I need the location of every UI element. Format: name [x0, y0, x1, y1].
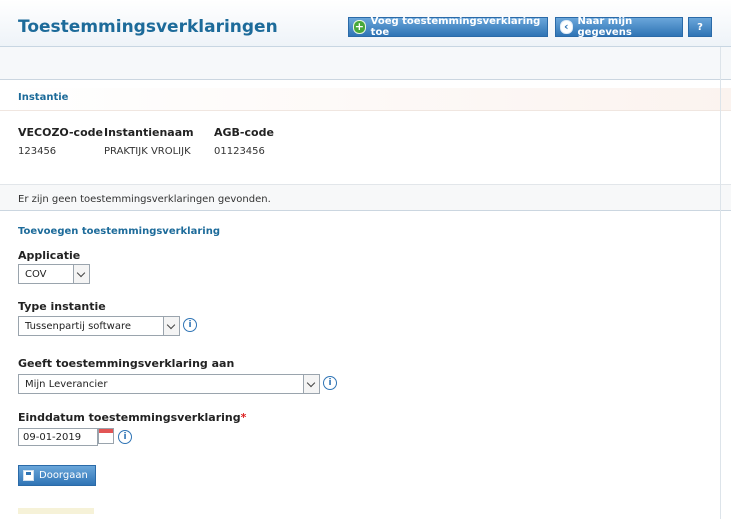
arrow-left-circle-icon: ‹: [560, 20, 573, 34]
help-button[interactable]: ?: [688, 17, 712, 37]
type-instantie-selected: Tussenpartij software: [25, 321, 132, 332]
value-vecozo-code: 123456: [18, 146, 57, 157]
einddatum-label-text: Einddatum toestemmingsverklaring: [18, 411, 241, 424]
page-header: Toestemmingsverklaringen + Voeg toestemm…: [0, 0, 731, 47]
applicatie-label: Applicatie: [18, 249, 81, 262]
plus-circle-icon: +: [353, 20, 366, 34]
toolbar-strip: [0, 47, 731, 80]
instantie-section-header: Instantie: [0, 88, 731, 111]
applicatie-selected: COV: [25, 269, 47, 280]
applicatie-select[interactable]: COV: [18, 264, 90, 284]
type-instantie-label: Type instantie: [18, 300, 106, 313]
einddatum-label: Einddatum toestemmingsverklaring*: [18, 411, 246, 424]
add-consent-label: Voeg toestemmingsverklaring toe: [370, 16, 541, 38]
chevron-down-icon: [303, 375, 319, 393]
info-icon[interactable]: i: [183, 318, 197, 332]
info-icon[interactable]: i: [323, 376, 337, 390]
geeft-aan-select[interactable]: Mijn Leverancier: [18, 374, 320, 394]
col-agb-code: AGB-code: [214, 126, 274, 139]
back-to-profile-label: Naar mijn gegevens: [577, 16, 633, 38]
instantie-section-title: Instantie: [18, 92, 69, 103]
content-right-border: [720, 47, 721, 519]
add-consent-section-title: Toevoegen toestemmingsverklaring: [18, 226, 220, 237]
einddatum-value: 09-01-2019: [23, 432, 82, 443]
col-instantienaam: Instantienaam: [104, 126, 194, 139]
value-agb-code: 01123456: [214, 146, 265, 157]
calendar-icon[interactable]: [98, 428, 114, 444]
doorgaan-button[interactable]: Doorgaan: [18, 465, 96, 486]
bottom-stub: [18, 508, 94, 514]
required-mark: *: [240, 411, 247, 424]
chevron-down-icon: [163, 317, 179, 335]
type-instantie-select[interactable]: Tussenpartij software: [18, 316, 180, 336]
page-title: Toestemmingsverklaringen: [18, 17, 278, 37]
chevron-down-icon: [73, 265, 89, 283]
save-icon: [23, 470, 34, 481]
geeft-aan-selected: Mijn Leverancier: [25, 379, 108, 390]
empty-result-row: Er zijn geen toestemmingsverklaringen ge…: [0, 184, 731, 211]
add-consent-button[interactable]: + Voeg toestemmingsverklaring toe: [348, 16, 548, 38]
doorgaan-label: Doorgaan: [39, 470, 88, 481]
einddatum-input[interactable]: 09-01-2019: [18, 428, 98, 446]
geeft-aan-label: Geeft toestemmingsverklaring aan: [18, 357, 235, 370]
col-vecozo-code: VECOZO-code: [18, 126, 103, 139]
back-to-profile-button[interactable]: ‹ Naar mijn gegevens: [555, 16, 683, 38]
info-icon[interactable]: i: [118, 430, 132, 444]
value-instantienaam: PRAKTIJK VROLIJK: [104, 146, 191, 157]
empty-result-message: Er zijn geen toestemmingsverklaringen ge…: [18, 194, 271, 205]
